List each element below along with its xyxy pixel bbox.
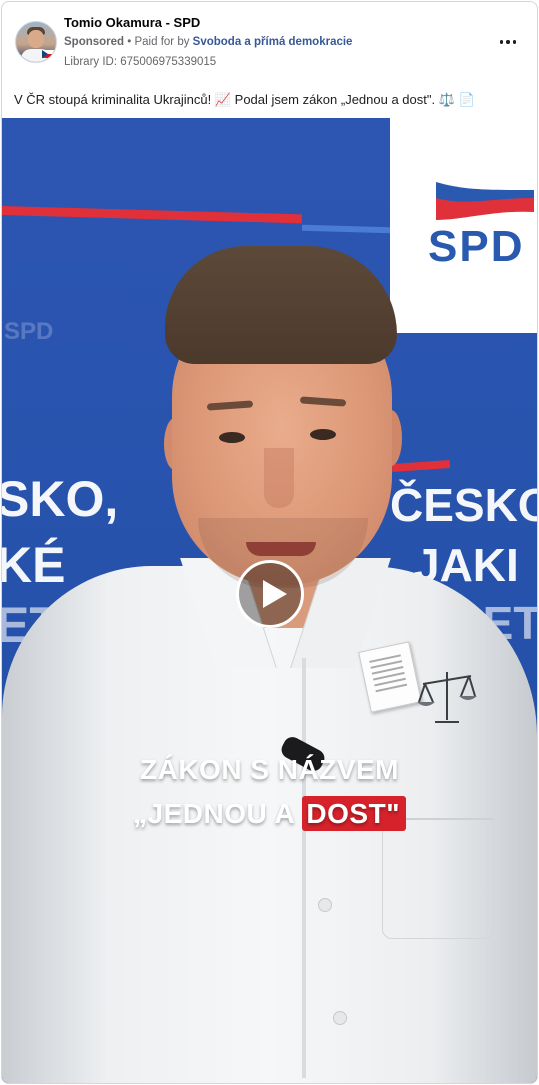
ad-post-card: Tomio Okamura - SPD Sponsored • Paid for… bbox=[1, 1, 538, 1084]
faint-logo: SPD bbox=[4, 318, 54, 345]
play-button[interactable] bbox=[236, 560, 304, 628]
paid-for-label: • Paid for by bbox=[127, 36, 190, 48]
video-player[interactable]: SPD SPD SKO, KÉ ETE ČESKO JAKI SETE bbox=[2, 118, 537, 1083]
spd-logo-text: SPD bbox=[428, 222, 525, 271]
wall-text-left-2: KÉ bbox=[2, 537, 66, 593]
library-id: Library ID: 675006975339015 bbox=[64, 56, 217, 68]
sponsored-label: Sponsored bbox=[64, 36, 125, 48]
more-horizontal-icon bbox=[499, 40, 504, 44]
speaker-hair bbox=[165, 246, 397, 364]
page-avatar[interactable] bbox=[15, 21, 57, 63]
play-icon bbox=[263, 580, 287, 608]
headline-line-1: ZÁKON S NÁZVEM bbox=[140, 754, 399, 785]
headline-highlight: DOST" bbox=[302, 796, 406, 831]
page-name[interactable]: Tomio Okamura - SPD bbox=[64, 15, 200, 30]
sponsored-line: Sponsored • Paid for by Svoboda a přímá … bbox=[64, 36, 352, 48]
headline-line-2: „JEDNOU A DOST" bbox=[2, 796, 537, 831]
wall-text-right-1: ČESKO bbox=[390, 479, 537, 531]
payer-link[interactable]: Svoboda a přímá demokracie bbox=[193, 36, 353, 48]
scales-icon bbox=[417, 672, 477, 723]
more-options-button[interactable] bbox=[497, 32, 519, 52]
spd-flag-logo-icon bbox=[436, 182, 534, 220]
spd-logo-panel: SPD bbox=[390, 118, 537, 333]
post-caption: V ČR stoupá kriminalita Ukrajinců! 📈 Pod… bbox=[14, 92, 475, 107]
wall-text-left-1: SKO, bbox=[2, 471, 119, 527]
